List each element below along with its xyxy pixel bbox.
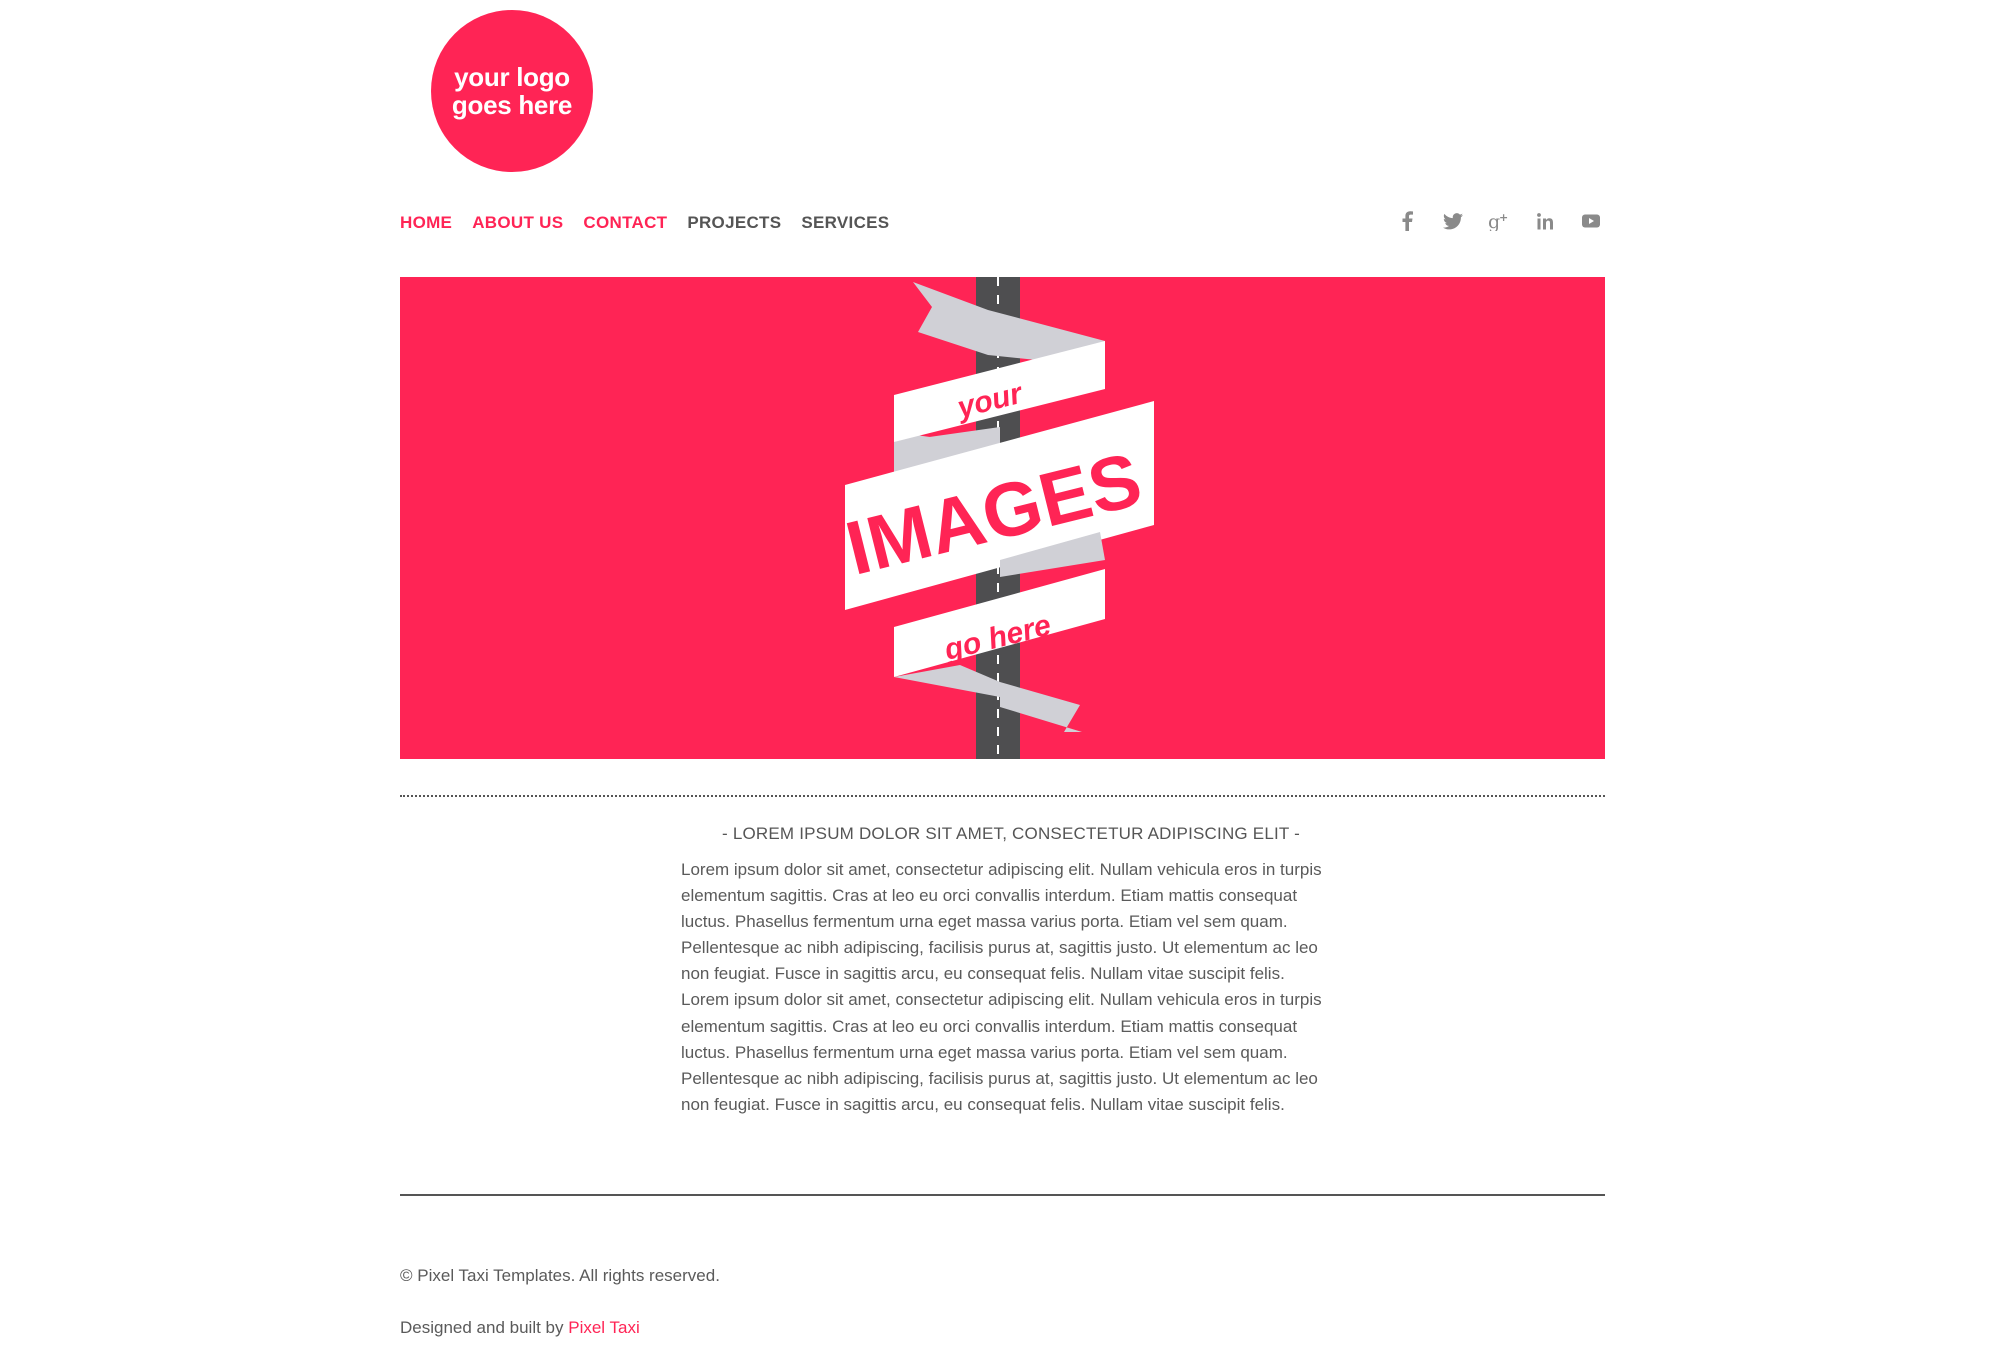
nav-item-services[interactable]: SERVICES <box>801 213 889 233</box>
linkedin-icon[interactable] <box>1531 207 1559 235</box>
google-plus-icon[interactable]: g + <box>1485 207 1513 235</box>
logo[interactable]: your logo goes here <box>431 10 593 172</box>
social-links: g + <box>1393 207 1605 235</box>
intro-article: - LOREM IPSUM DOLOR SIT AMET, CONSECTETU… <box>681 824 1341 1118</box>
article-body: Lorem ipsum dolor sit amet, consectetur … <box>681 860 1322 1114</box>
footer-credit: Designed and built by Pixel Taxi <box>400 1318 720 1344</box>
twitter-icon[interactable] <box>1439 207 1467 235</box>
footer: © Pixel Taxi Templates. All rights reser… <box>400 1266 720 1344</box>
article-heading: - LOREM IPSUM DOLOR SIT AMET, CONSECTETU… <box>722 824 1300 843</box>
nav-item-about-us[interactable]: ABOUT US <box>472 213 563 233</box>
logo-line-1: your logo <box>454 62 570 92</box>
svg-text:+: + <box>1499 211 1508 224</box>
youtube-icon[interactable] <box>1577 207 1605 235</box>
footer-copyright: © Pixel Taxi Templates. All rights reser… <box>400 1266 720 1285</box>
hero-banner: your IMAGES go here <box>400 277 1605 759</box>
footer-divider <box>400 1194 1605 1196</box>
logo-line-2: goes here <box>451 90 573 120</box>
nav-item-projects[interactable]: PROJECTS <box>687 213 781 233</box>
nav-item-home[interactable]: HOME <box>400 213 452 233</box>
facebook-icon[interactable] <box>1393 207 1421 235</box>
main-nav: HOME ABOUT US CONTACT PROJECTS SERVICES <box>400 213 889 233</box>
footer-credit-prefix: Designed and built by <box>400 1318 569 1337</box>
hero-illustration: your IMAGES go here <box>838 277 1154 759</box>
dotted-divider <box>400 795 1605 797</box>
footer-credit-link[interactable]: Pixel Taxi <box>568 1318 640 1337</box>
nav-item-contact[interactable]: CONTACT <box>583 213 667 233</box>
page-container: your logo goes here HOME ABOUT US CONTAC… <box>400 0 1605 1346</box>
